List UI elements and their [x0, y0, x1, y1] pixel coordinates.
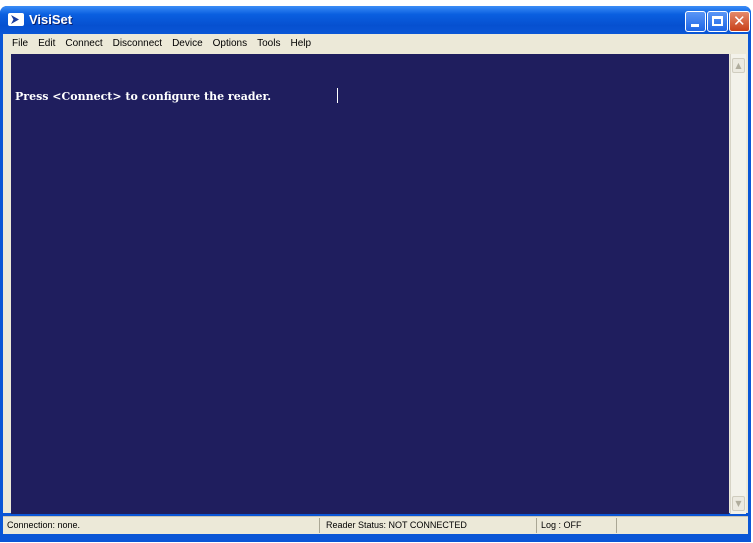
minimize-icon [691, 24, 699, 27]
terminal-area[interactable]: Press <Connect> to configure the reader. [11, 54, 729, 514]
window-title: VisiSet [29, 12, 73, 27]
connection-status: Connection: none. [3, 518, 320, 533]
vertical-scrollbar[interactable]: ▲ ▼ [730, 54, 746, 514]
maximize-button[interactable] [707, 11, 728, 32]
maximize-icon [712, 16, 723, 26]
title-bar[interactable]: VisiSet ✕ [0, 6, 751, 34]
reader-status: Reader Status: NOT CONNECTED [320, 518, 537, 533]
close-button[interactable]: ✕ [729, 11, 750, 32]
scroll-down-arrow-icon[interactable]: ▼ [732, 496, 745, 511]
close-icon: ✕ [733, 12, 746, 30]
client-area: Press <Connect> to configure the reader.… [3, 48, 748, 514]
text-cursor [337, 88, 338, 103]
minimize-button[interactable] [685, 11, 706, 32]
scroll-up-arrow-icon[interactable]: ▲ [732, 58, 745, 73]
terminal-message: Press <Connect> to configure the reader. [15, 90, 272, 103]
status-bar: Connection: none. Reader Status: NOT CON… [3, 516, 748, 534]
log-status: Log : OFF [537, 518, 617, 533]
app-logo-icon[interactable] [8, 13, 24, 26]
